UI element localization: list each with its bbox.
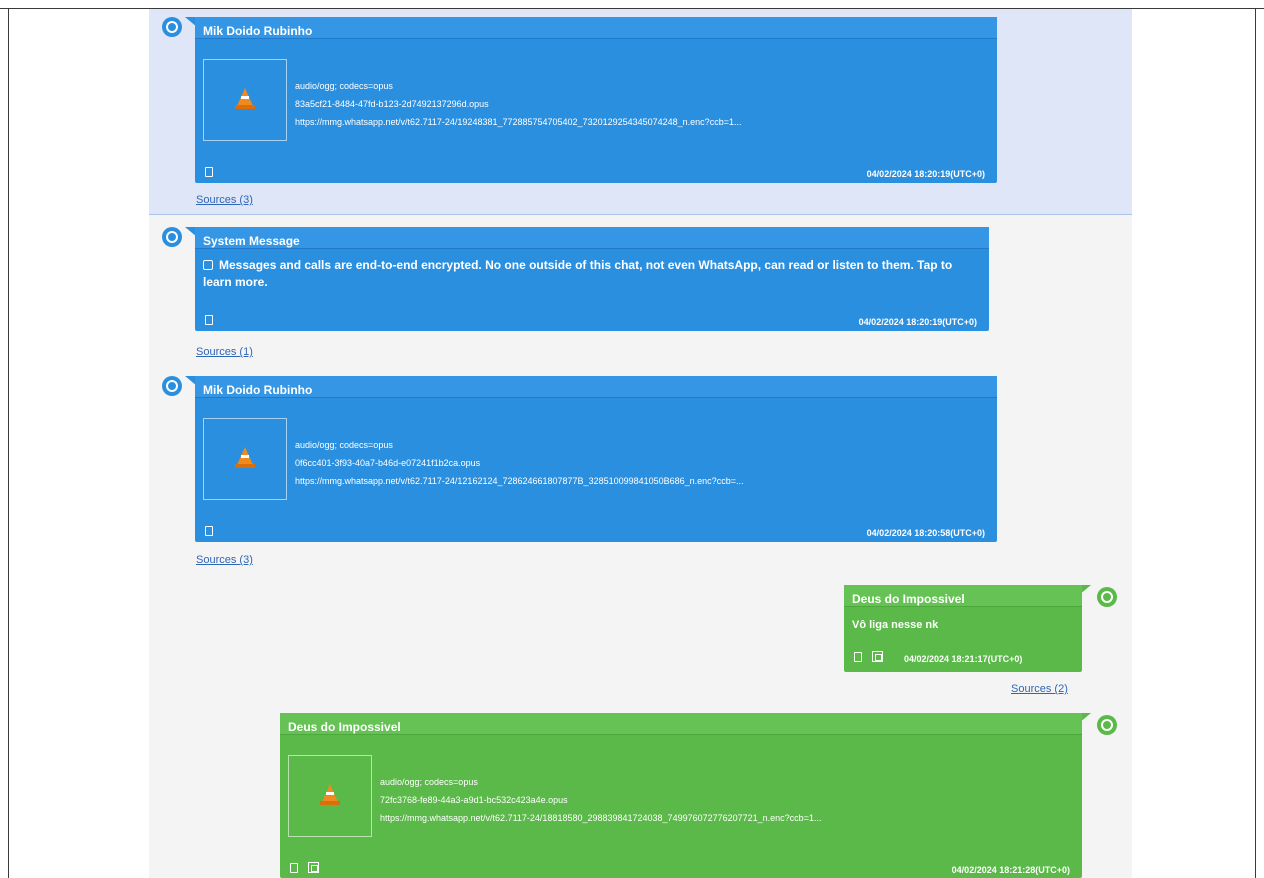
vlc-cone-icon	[235, 447, 255, 471]
media-url[interactable]: https://mmg.whatsapp.net/v/t62.7117-24/1…	[295, 472, 985, 490]
message-timestamp: 04/02/2024 18:20:19(UTC+0)	[858, 317, 977, 327]
message-timestamp: 04/02/2024 18:21:28(UTC+0)	[951, 865, 1070, 875]
sender-name: Mik Doido Rubinho	[195, 376, 997, 398]
system-message-body: Messages and calls are end-to-end encryp…	[203, 258, 953, 289]
sources-link[interactable]: Sources (1)	[196, 346, 253, 358]
message-timestamp: 04/02/2024 18:21:17(UTC+0)	[904, 654, 1023, 664]
contact-avatar-icon[interactable]	[162, 376, 182, 396]
vlc-cone-icon	[235, 88, 255, 112]
calendar-icon[interactable]	[308, 862, 319, 873]
contact-avatar-icon[interactable]	[162, 17, 182, 37]
document-icon[interactable]	[205, 167, 213, 177]
vlc-cone-icon	[320, 784, 340, 808]
sources-link[interactable]: Sources (3)	[196, 194, 253, 206]
media-thumbnail[interactable]	[203, 59, 287, 141]
document-icon[interactable]	[205, 526, 213, 536]
frame-right-line	[1255, 8, 1256, 878]
media-url[interactable]: https://mmg.whatsapp.net/v/t62.7117-24/1…	[295, 113, 985, 131]
message-timestamp: 04/02/2024 18:20:19(UTC+0)	[866, 169, 985, 179]
message-bubble[interactable]: Mik Doido Rubinho audio/ogg; codecs=opus…	[195, 376, 997, 542]
calendar-icon[interactable]	[872, 651, 883, 662]
media-url[interactable]: https://mmg.whatsapp.net/v/t62.7117-24/1…	[380, 809, 1070, 827]
media-filename: 0f6cc401-3f93-40a7-b46d-e07241f1b2ca.opu…	[295, 458, 481, 468]
message-bubble[interactable]: Deus do Impossivel Vô liga nesse nk 04/0…	[844, 585, 1082, 672]
message-bubble[interactable]: Mik Doido Rubinho audio/ogg; codecs=opus…	[195, 17, 997, 183]
document-icon[interactable]	[205, 315, 213, 325]
contact-avatar-icon[interactable]	[1097, 715, 1117, 735]
audio-attachment[interactable]: audio/ogg; codecs=opus 72fc3768-fe89-44a…	[288, 755, 1074, 837]
message-timestamp: 04/02/2024 18:20:58(UTC+0)	[866, 528, 985, 538]
sender-name: Deus do Impossivel	[280, 713, 1082, 735]
audio-attachment[interactable]: audio/ogg; codecs=opus 83a5cf21-8484-47f…	[203, 59, 989, 141]
media-filename: 83a5cf21-8484-47fd-b123-2d7492137296d.op…	[295, 99, 489, 109]
frame-left-line	[8, 8, 9, 878]
lock-icon	[203, 260, 213, 270]
chat-panel: Mik Doido Rubinho audio/ogg; codecs=opus…	[149, 9, 1132, 878]
message-bubble[interactable]: Deus do Impossivel audio/ogg; codecs=opu…	[280, 713, 1082, 878]
media-thumbnail[interactable]	[288, 755, 372, 837]
media-thumbnail[interactable]	[203, 418, 287, 500]
sender-name: System Message	[195, 227, 989, 249]
media-filename: 72fc3768-fe89-44a3-a9d1-bc532c423a4e.opu…	[380, 795, 568, 805]
sources-link[interactable]: Sources (3)	[196, 554, 253, 566]
system-message-bubble[interactable]: System Message Messages and calls are en…	[195, 227, 989, 331]
message-text: Vô liga nesse nk	[852, 619, 939, 631]
system-avatar-icon[interactable]	[162, 227, 182, 247]
audio-attachment[interactable]: audio/ogg; codecs=opus 0f6cc401-3f93-40a…	[203, 418, 989, 500]
system-message-text: Messages and calls are end-to-end encryp…	[203, 257, 979, 291]
document-icon[interactable]	[854, 652, 862, 662]
sender-name: Deus do Impossivel	[844, 585, 1082, 607]
sources-link[interactable]: Sources (2)	[1011, 683, 1068, 695]
sender-name: Mik Doido Rubinho	[195, 17, 997, 39]
media-type: audio/ogg; codecs=opus	[295, 81, 393, 91]
media-type: audio/ogg; codecs=opus	[295, 440, 393, 450]
contact-avatar-icon[interactable]	[1097, 587, 1117, 607]
media-type: audio/ogg; codecs=opus	[380, 777, 478, 787]
document-icon[interactable]	[290, 863, 298, 873]
